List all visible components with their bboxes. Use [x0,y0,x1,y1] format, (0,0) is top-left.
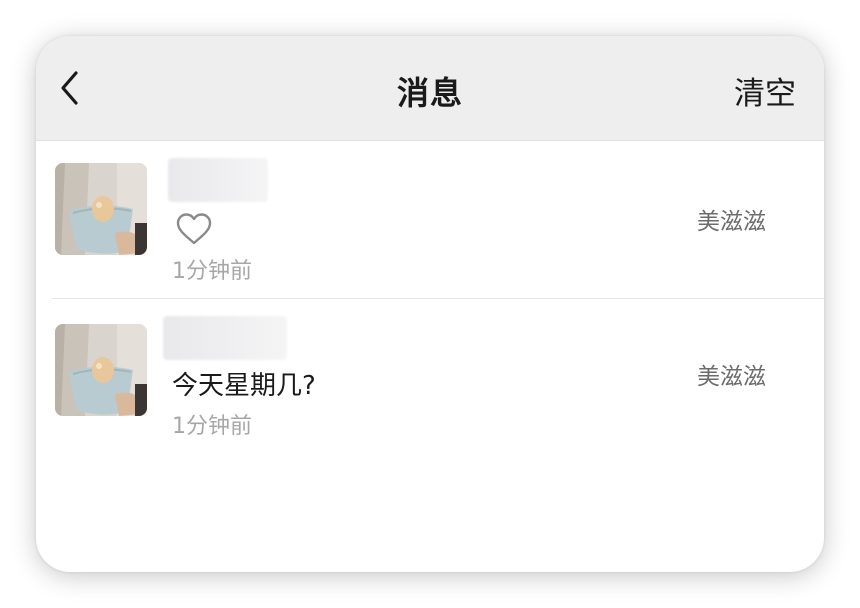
message-list: 1分钟前 美滋滋 今天星期几? 1分钟前 美滋滋 [36,141,824,464]
source-label[interactable]: 美滋滋 [697,363,766,391]
nav-bar: 消息 清空 [36,36,824,141]
timestamp: 1分钟前 [172,414,252,439]
timestamp: 1分钟前 [172,259,252,284]
message-text: 今天星期几? [172,371,316,401]
page-title: 消息 [396,74,463,112]
avatar-photo [55,324,147,416]
source-label[interactable]: 美滋滋 [697,208,766,236]
avatar[interactable] [55,324,147,416]
avatar-photo [55,163,147,255]
list-item[interactable]: 今天星期几? 1分钟前 美滋滋 [36,299,824,464]
avatar[interactable] [55,163,147,255]
sender-name-redacted[interactable] [168,158,268,202]
messages-panel: 消息 清空 1分钟前 美滋滋 今天星期几? 1分钟前 美滋滋 [36,36,824,572]
sender-name-redacted[interactable] [163,316,287,360]
list-item[interactable]: 1分钟前 美滋滋 [36,141,824,299]
heart-outline-icon [174,211,214,247]
clear-button[interactable]: 清空 [734,76,796,112]
